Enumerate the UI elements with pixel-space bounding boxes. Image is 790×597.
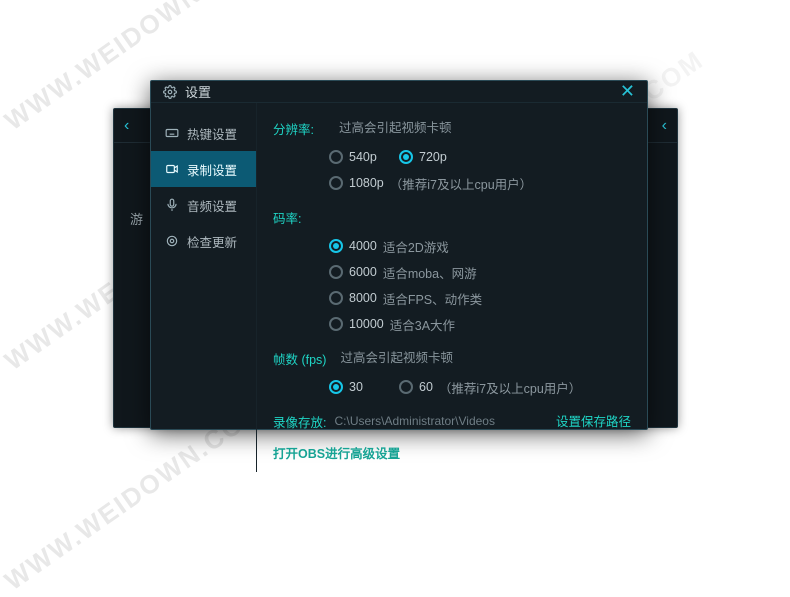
- bitrate-option-6000[interactable]: 6000 适合moba、网游: [329, 259, 514, 285]
- option-label: 6000: [349, 265, 377, 279]
- close-icon[interactable]: ✕: [620, 81, 635, 102]
- sidebar-item-label: 录制设置: [187, 160, 237, 179]
- gear-icon: [163, 85, 177, 99]
- option-label: 540p: [349, 150, 377, 164]
- option-note: 适合FPS、动作类: [383, 289, 482, 308]
- settings-content: 分辨率: 过高会引起视频卡顿 540p 720p 1080p （推荐i7及以上c…: [257, 103, 647, 472]
- radio-icon: [399, 150, 413, 164]
- chevron-left-icon[interactable]: ‹: [662, 117, 667, 135]
- sidebar-item-audio[interactable]: 音频设置: [151, 187, 256, 223]
- radio-icon: [329, 265, 343, 279]
- resolution-hint: 过高会引起视频卡顿: [339, 117, 452, 136]
- option-label: 1080p: [349, 176, 384, 190]
- option-label: 720p: [419, 150, 447, 164]
- resolution-option-1080p[interactable]: 1080p （推荐i7及以上cpu用户）: [329, 170, 532, 196]
- option-label: 8000: [349, 291, 377, 305]
- save-path-label: 录像存放:: [273, 410, 326, 431]
- chevron-left-icon[interactable]: ‹: [124, 117, 129, 135]
- option-label: 10000: [349, 317, 384, 331]
- bitrate-option-4000[interactable]: 4000 适合2D游戏: [329, 233, 514, 259]
- radio-icon: [329, 239, 343, 253]
- option-note: 适合moba、网游: [383, 263, 477, 282]
- record-icon: [165, 162, 179, 176]
- option-note: 适合3A大作: [390, 315, 455, 334]
- resolution-label: 分辨率:: [273, 117, 329, 138]
- resolution-option-720p[interactable]: 720p: [399, 144, 489, 170]
- open-obs-advanced-link[interactable]: 打开OBS进行高级设置: [273, 443, 400, 462]
- option-note: （推荐i7及以上cpu用户）: [390, 174, 532, 193]
- target-icon: [165, 234, 179, 248]
- option-note: （推荐i7及以上cpu用户）: [439, 378, 581, 397]
- resolution-option-540p[interactable]: 540p: [329, 144, 399, 170]
- background-partial-label: 游: [130, 209, 143, 228]
- radio-icon: [329, 291, 343, 305]
- sidebar-item-label: 音频设置: [187, 196, 237, 215]
- dialog-header: 设置 ✕: [151, 81, 647, 103]
- sidebar-item-label: 检查更新: [187, 232, 237, 251]
- radio-icon: [329, 150, 343, 164]
- radio-icon: [399, 380, 413, 394]
- sidebar-item-hotkey[interactable]: 热键设置: [151, 115, 256, 151]
- save-path-value: C:\Users\Administrator\Videos: [334, 414, 495, 428]
- option-label: 60: [419, 380, 433, 394]
- fps-options: 30 60 （推荐i7及以上cpu用户）: [329, 374, 631, 400]
- option-note: 适合2D游戏: [383, 237, 449, 256]
- dialog-title: 设置: [185, 82, 211, 101]
- resolution-options: 540p 720p 1080p （推荐i7及以上cpu用户）: [329, 144, 631, 196]
- bitrate-label: 码率:: [273, 206, 329, 227]
- bitrate-option-10000[interactable]: 10000 适合3A大作: [329, 311, 514, 337]
- bitrate-options: 4000 适合2D游戏 6000 适合moba、网游 8000 适合FPS、动作…: [329, 233, 631, 337]
- settings-sidebar: 热键设置 录制设置 音频设置 检查更新: [151, 103, 257, 472]
- fps-option-30[interactable]: 30: [329, 374, 399, 400]
- sidebar-item-record[interactable]: 录制设置: [151, 151, 256, 187]
- set-save-path-link[interactable]: 设置保存路径: [556, 411, 631, 430]
- radio-icon: [329, 317, 343, 331]
- bitrate-option-8000[interactable]: 8000 适合FPS、动作类: [329, 285, 514, 311]
- radio-icon: [329, 176, 343, 190]
- sidebar-item-label: 热键设置: [187, 124, 237, 143]
- fps-option-60[interactable]: 60 （推荐i7及以上cpu用户）: [399, 374, 581, 400]
- fps-label: 帧数 (fps): [273, 347, 326, 368]
- option-label: 30: [349, 380, 363, 394]
- radio-icon: [329, 380, 343, 394]
- keyboard-icon: [165, 126, 179, 140]
- sidebar-item-update[interactable]: 检查更新: [151, 223, 256, 259]
- settings-dialog: 设置 ✕ 热键设置 录制设置 音频设置: [150, 80, 648, 430]
- mic-icon: [165, 198, 179, 212]
- fps-hint: 过高会引起视频卡顿: [340, 347, 453, 366]
- option-label: 4000: [349, 239, 377, 253]
